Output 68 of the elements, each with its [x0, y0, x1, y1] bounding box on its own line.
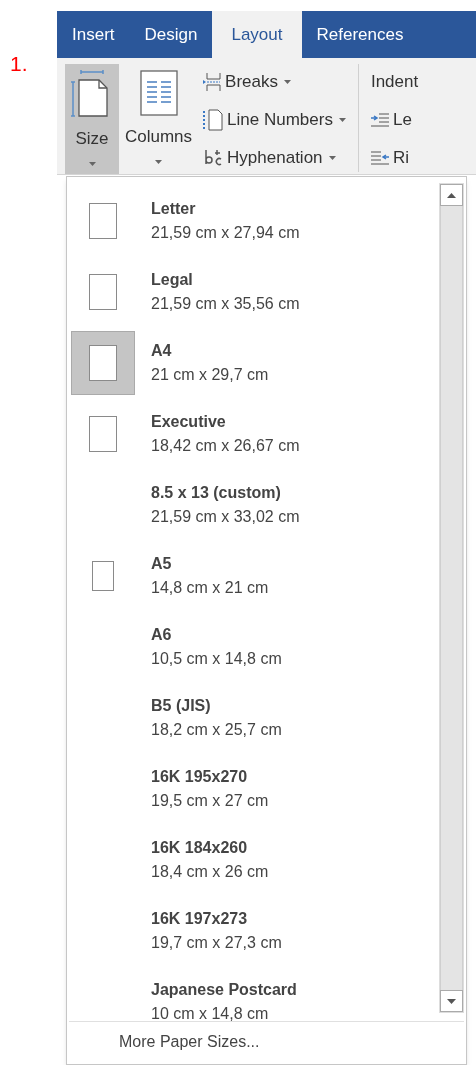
ribbon-small-button[interactable]: Line Numbers [202, 104, 346, 135]
step-number: 1. [10, 52, 28, 75]
paper-size-option[interactable]: 8.5 x 13 (custom) 21,59 cm x 33,02 cm [67, 469, 439, 540]
paper-size-name: A4 [151, 340, 173, 361]
paper-size-dimensions: 10 cm x 14,8 cm [151, 1003, 270, 1024]
paper-size-dimensions: 19,7 cm x 27,3 cm [151, 932, 282, 953]
paper-size-name: Letter [151, 198, 197, 219]
paper-size-name: B5 (JIS) [151, 695, 212, 716]
ribbon-button[interactable]: Columns [119, 64, 199, 174]
paper-size-option[interactable]: 16K 184x260 18,4 cm x 26 cm [67, 824, 439, 895]
line-numbers-icon [202, 108, 225, 131]
paper-size-dimensions: 14,8 cm x 21 cm [151, 577, 269, 598]
indent-button[interactable]: Ri [370, 142, 419, 173]
caret-icon [155, 159, 163, 164]
page-icon [89, 273, 117, 310]
scroll-down-button[interactable] [440, 990, 463, 1012]
ribbon-button[interactable]: Size [65, 64, 119, 174]
paper-size-name: Executive [151, 411, 227, 432]
paper-size-name: Legal [151, 269, 194, 290]
paper-size-option[interactable]: Legal 21,59 cm x 35,56 cm [67, 256, 439, 327]
page-icon [89, 344, 117, 381]
scroll-up-button[interactable] [440, 184, 463, 206]
more-paper-sizes-link[interactable]: More Paper Sizes... [119, 1033, 260, 1050]
caret-icon [284, 79, 291, 84]
paper-size-name: A6 [151, 624, 173, 645]
paper-size-dimensions: 21 cm x 29,7 cm [151, 364, 269, 385]
paper-size-option[interactable]: 16K 195x270 19,5 cm x 27 cm [67, 753, 439, 824]
paper-size-dimensions: 18,4 cm x 26 cm [151, 861, 269, 882]
paper-size-dimensions: 18,2 cm x 25,7 cm [151, 719, 282, 740]
paper-size-dimensions: 10,5 cm x 14,8 cm [151, 648, 282, 669]
ribbon-small-button[interactable]: Hyphenation [202, 142, 346, 173]
page-icon [92, 560, 114, 591]
caret-icon [328, 155, 336, 160]
paper-size-dimensions: 21,59 cm x 33,02 cm [151, 506, 300, 527]
paper-size-option[interactable]: Letter 21,59 cm x 27,94 cm [67, 185, 439, 256]
paper-size-name: Japanese Postcard [151, 979, 297, 1000]
paper-size-dimensions: 21,59 cm x 27,94 cm [151, 222, 300, 243]
indent-right-icon [370, 150, 389, 165]
paper-size-option[interactable]: 16K 197x273 19,7 cm x 27,3 cm [67, 895, 439, 966]
caret-icon [338, 117, 346, 122]
paper-size-dimensions: 19,5 cm x 27 cm [151, 790, 269, 811]
paper-size-option[interactable]: A6 10,5 cm x 14,8 cm [67, 611, 439, 682]
ribbon-tab[interactable]: References [301, 11, 419, 58]
paper-size-dimensions: 21,59 cm x 35,56 cm [151, 293, 300, 314]
ribbon-tab[interactable]: Design [129, 11, 213, 58]
paper-size-option[interactable]: B5 (JIS) 18,2 cm x 25,7 cm [67, 682, 439, 753]
group-label: Indent [370, 71, 419, 93]
paper-size-name: 8.5 x 13 (custom) [151, 482, 282, 503]
paper-size-dimensions: 18,42 cm x 26,67 cm [151, 435, 300, 456]
up-arrow-icon [447, 192, 456, 198]
paper-size-name: 16K 195x270 [151, 766, 249, 787]
paper-size-name: A5 [151, 553, 173, 574]
down-arrow-icon [447, 998, 456, 1004]
page-icon [89, 415, 117, 452]
paper-size-option[interactable]: A5 14,8 cm x 21 cm [67, 540, 439, 611]
breaks-icon [202, 71, 223, 92]
ribbon-tab[interactable]: Insert [57, 11, 130, 58]
paper-size-option[interactable]: A4 21 cm x 29,7 cm [67, 327, 439, 398]
paper-size-name: 16K 184x260 [151, 837, 249, 858]
columns-icon [139, 70, 178, 116]
paper-size-option[interactable]: Executive 18,42 cm x 26,67 cm [67, 398, 439, 469]
page-icon [89, 202, 117, 239]
indent-left-icon [370, 112, 389, 127]
paper-size-name: 16K 197x273 [151, 908, 249, 929]
caret-icon [88, 161, 96, 166]
ribbon-small-button[interactable]: Breaks [202, 66, 346, 97]
ribbon-tab[interactable]: Layout [212, 11, 302, 58]
indent-button[interactable]: Le [370, 104, 419, 135]
